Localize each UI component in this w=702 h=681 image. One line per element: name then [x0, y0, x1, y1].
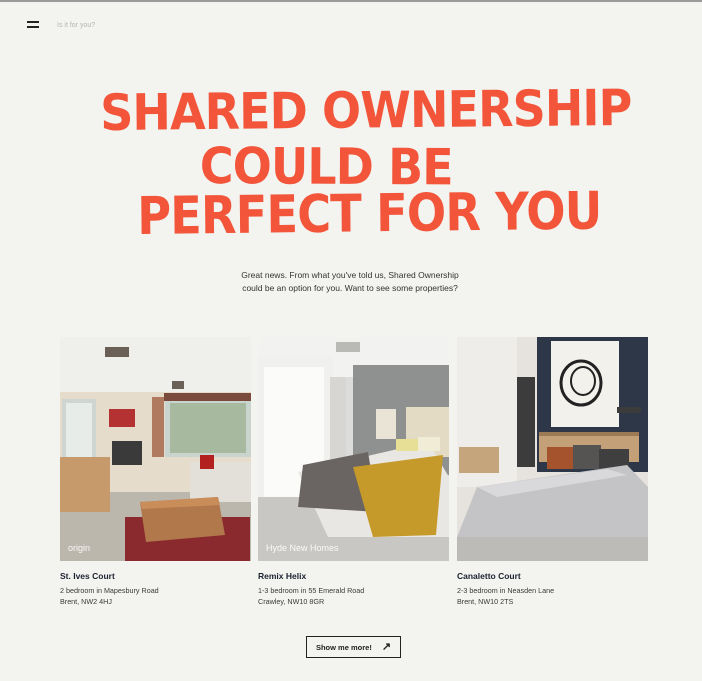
property-name[interactable]: Remix Helix	[258, 571, 449, 581]
property-details: 2 bedroom in Mapesbury Road Brent, NW2 4…	[60, 585, 251, 607]
property-location: Crawley, NW10 8GR	[258, 597, 325, 606]
property-name[interactable]: Canaletto Court	[457, 571, 648, 581]
property-card-canaletto-court[interactable]: Canaletto Court 2-3 bedroom in Neasden L…	[457, 337, 648, 607]
arrow-up-right-icon: ↗	[381, 640, 392, 653]
property-photo[interactable]: origin	[60, 337, 251, 561]
property-bedrooms: 2-3 bedroom in Neasden Lane	[457, 586, 555, 595]
developer-logo: Hyde New Homes	[266, 543, 339, 553]
property-bedrooms: 2 bedroom in Mapesbury Road	[60, 586, 159, 595]
property-photo[interactable]: Hyde New Homes	[258, 337, 449, 561]
property-details: 1-3 bedroom in 55 Emerald Road Crawley, …	[258, 585, 449, 607]
headline-line-3: PERFECT FOR YOU	[136, 181, 602, 247]
top-nav: Is it for you?	[27, 21, 95, 29]
intro-text: Great news. From what you've told us, Sh…	[241, 269, 459, 293]
property-photo[interactable]	[457, 337, 648, 561]
show-more-label: Show me more!	[315, 642, 372, 652]
property-location: Brent, NW2 4HJ	[60, 597, 112, 606]
property-name[interactable]: St. Ives Court	[60, 571, 251, 581]
nav-link-is-it-for-you[interactable]: Is it for you?	[57, 22, 95, 29]
developer-logo: origin	[68, 543, 91, 553]
hamburger-icon[interactable]	[27, 21, 39, 29]
property-location: Brent, NW10 2TS	[457, 597, 514, 606]
property-card-remix-helix[interactable]: Hyde New Homes Remix Helix 1-3 bedroom i…	[258, 337, 449, 607]
show-more-button[interactable]: Show me more! ↗	[306, 636, 401, 658]
headline-line-1: SHARED OWNERSHIP	[99, 78, 632, 142]
property-card-st-ives-court[interactable]: origin St. Ives Court 2 bedroom in Mapes…	[60, 337, 251, 607]
property-details: 2-3 bedroom in Neasden Lane Brent, NW10 …	[457, 585, 648, 607]
property-bedrooms: 1-3 bedroom in 55 Emerald Road	[258, 586, 365, 595]
